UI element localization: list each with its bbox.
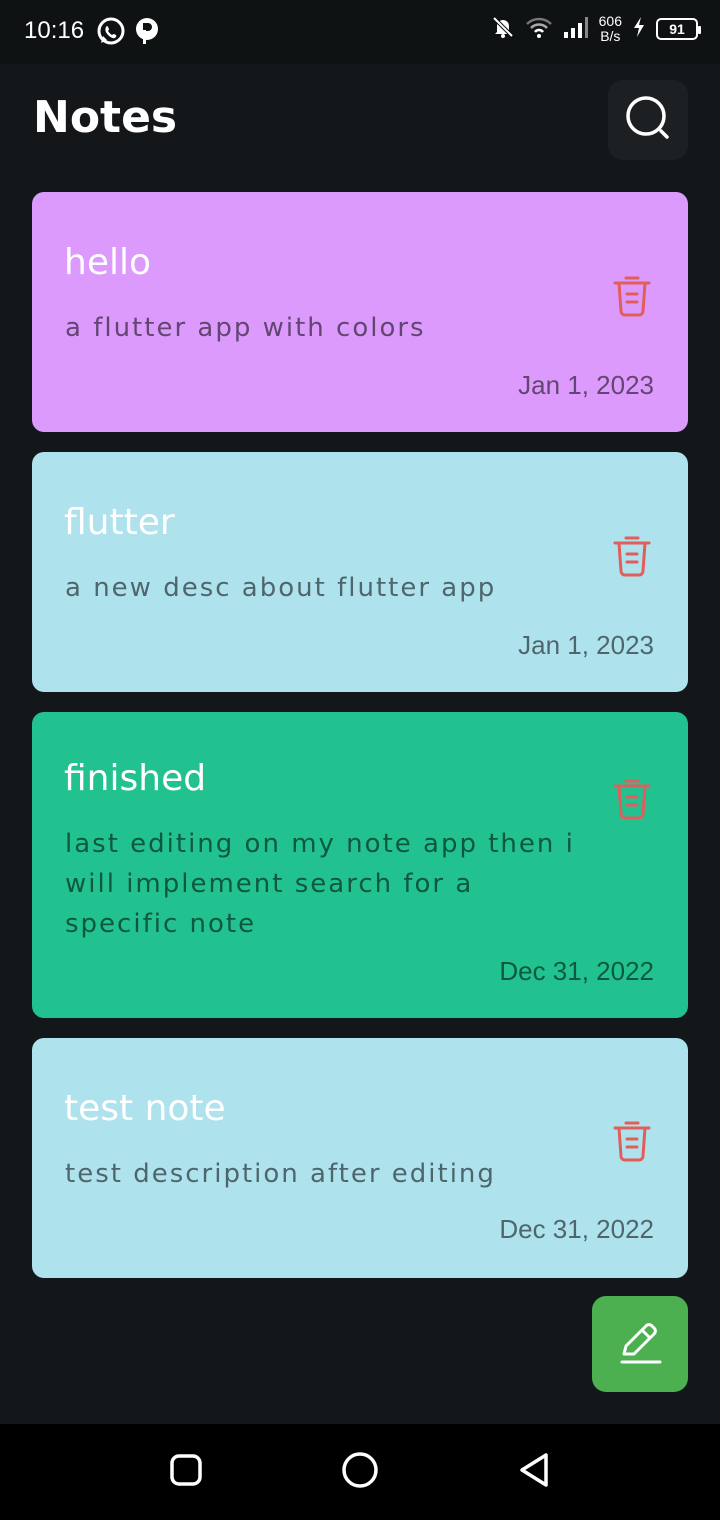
back-button[interactable] xyxy=(512,1450,556,1494)
note-description: a new desc about flutter app xyxy=(65,573,497,603)
trash-icon xyxy=(612,1117,652,1167)
add-note-button[interactable] xyxy=(592,1296,688,1392)
note-date: Jan 1, 2023 xyxy=(518,370,654,400)
wifi-icon xyxy=(525,15,553,44)
delete-button[interactable] xyxy=(610,533,654,581)
page-title: Notes xyxy=(33,92,178,143)
net-speed-unit: B/s xyxy=(600,28,621,44)
note-date: Dec 31, 2022 xyxy=(499,1214,654,1244)
delete-button[interactable] xyxy=(610,1118,654,1166)
delete-button[interactable] xyxy=(610,273,654,321)
search-icon xyxy=(625,95,671,145)
home-circle-icon xyxy=(341,1451,379,1493)
recents-button[interactable] xyxy=(164,1450,208,1494)
note-date: Dec 31, 2022 xyxy=(499,956,654,986)
edit-icon xyxy=(616,1318,664,1370)
back-triangle-icon xyxy=(516,1451,552,1493)
net-speed-value: 606 xyxy=(598,13,622,29)
mute-bell-icon xyxy=(491,15,515,44)
signal-icon xyxy=(563,15,589,44)
note-title: finished xyxy=(64,758,207,799)
status-time: 10:16 xyxy=(24,17,85,44)
status-bar: 10:16 606 B/s 91 xyxy=(0,0,720,64)
notes-screen: 10:16 606 B/s 91 Notes hello a flutter a… xyxy=(0,0,720,1520)
net-speed: 606 B/s xyxy=(599,14,622,44)
delete-button[interactable] xyxy=(610,776,654,824)
note-title: flutter xyxy=(64,502,175,543)
note-card[interactable]: test note test description after editing… xyxy=(32,1038,688,1278)
note-date: Jan 1, 2023 xyxy=(518,630,654,660)
trash-icon xyxy=(612,272,652,322)
whatsapp-icon xyxy=(96,16,126,51)
note-title: hello xyxy=(64,242,151,283)
navigation-bar xyxy=(0,1424,720,1520)
status-left-icons xyxy=(96,16,160,51)
note-card[interactable]: flutter a new desc about flutter app Jan… xyxy=(32,452,688,692)
search-button[interactable] xyxy=(608,80,688,160)
trash-icon xyxy=(612,532,652,582)
note-description: test description after editing xyxy=(65,1159,496,1189)
trash-icon xyxy=(612,775,652,825)
note-card[interactable]: finished last editing on my note app the… xyxy=(32,712,688,1018)
note-card[interactable]: hello a flutter app with colors Jan 1, 2… xyxy=(32,192,688,432)
note-description: a flutter app with colors xyxy=(65,313,426,343)
battery-indicator: 91 xyxy=(656,18,701,40)
status-right-icons: 606 B/s 91 xyxy=(491,14,701,44)
p-app-icon xyxy=(134,16,160,51)
battery-level: 91 xyxy=(669,21,685,37)
note-description: last editing on my note app then i will … xyxy=(65,829,575,939)
charging-icon xyxy=(632,16,646,43)
note-title: test note xyxy=(64,1088,226,1129)
recents-square-icon xyxy=(169,1453,203,1491)
home-button[interactable] xyxy=(338,1450,382,1494)
